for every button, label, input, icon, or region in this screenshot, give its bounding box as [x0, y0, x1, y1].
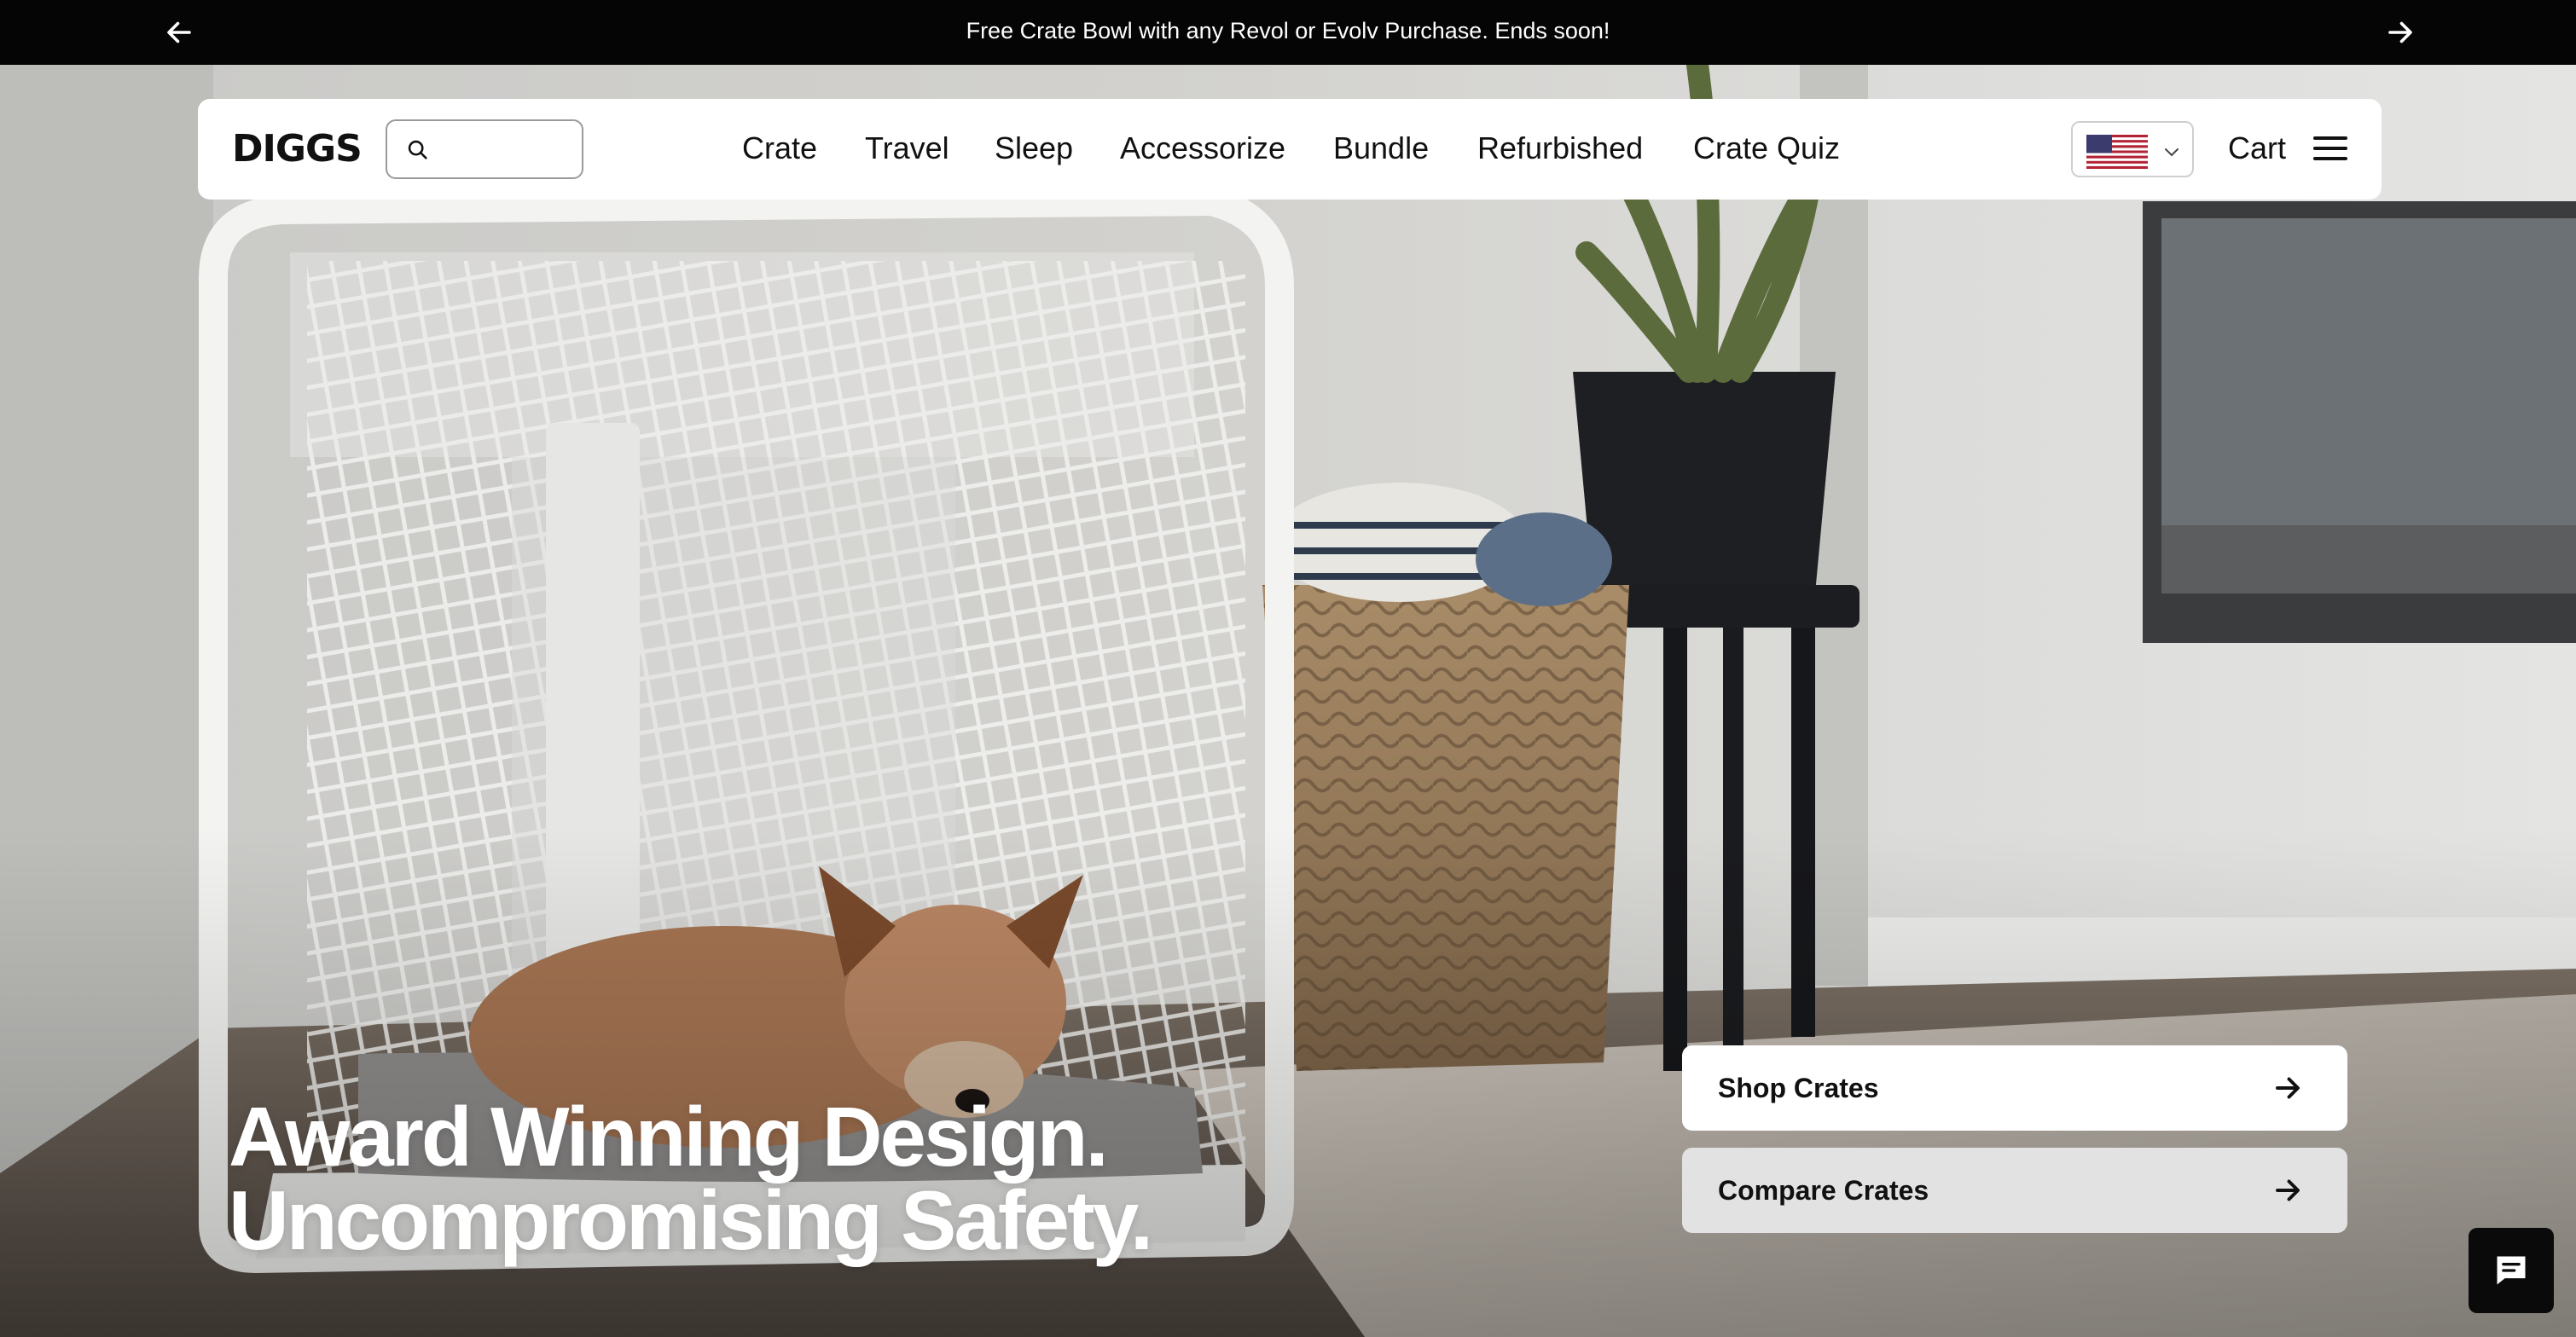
arrow-right-icon[interactable] — [2385, 17, 2416, 48]
compare-crates-label: Compare Crates — [1718, 1175, 1929, 1206]
nav-item-accessorize[interactable]: Accessorize — [1120, 130, 1285, 167]
search-icon — [408, 140, 427, 159]
us-flag-icon — [2086, 135, 2148, 169]
hero-section: Award Winning Design. Uncompromising Saf… — [0, 65, 2576, 1337]
nav-item-sleep[interactable]: Sleep — [995, 130, 1073, 167]
site-header: DIGGS Crate Travel Sleep Accessorize Bun… — [198, 99, 2382, 200]
hero-headline: Award Winning Design. Uncompromising Saf… — [229, 1090, 1153, 1267]
shop-crates-label: Shop Crates — [1718, 1073, 1879, 1103]
country-selector[interactable] — [2071, 121, 2194, 177]
chat-bubble-icon — [2497, 1256, 2526, 1285]
nav-item-crate[interactable]: Crate — [742, 130, 817, 167]
announcement-message[interactable]: Free Crate Bowl with any Revol or Evolv … — [0, 0, 2576, 65]
cart-link[interactable]: Cart — [2228, 130, 2286, 167]
chat-button[interactable] — [2469, 1228, 2554, 1313]
nav-item-travel[interactable]: Travel — [865, 130, 949, 167]
chevron-down-icon — [2165, 148, 2179, 157]
search-input[interactable] — [440, 130, 577, 169]
announcement-bar: Free Crate Bowl with any Revol or Evolv … — [0, 0, 2576, 65]
headline-line-2: Uncompromising Safety. — [229, 1173, 1153, 1267]
nav-item-refurbished[interactable]: Refurbished — [1477, 130, 1643, 167]
hamburger-menu-icon[interactable] — [2312, 131, 2349, 165]
headline-line-1: Award Winning Design. — [229, 1090, 1109, 1184]
nav-item-bundle[interactable]: Bundle — [1333, 130, 1429, 167]
arrow-right-icon — [2276, 1077, 2300, 1099]
search-box[interactable] — [386, 119, 583, 179]
arrow-right-icon — [2276, 1179, 2300, 1201]
logo[interactable]: DIGGS — [232, 124, 363, 174]
nav-item-crate-quiz[interactable]: Crate Quiz — [1693, 130, 1840, 167]
shop-crates-button[interactable]: Shop Crates — [1682, 1045, 2347, 1131]
compare-crates-button[interactable]: Compare Crates — [1682, 1148, 2347, 1233]
